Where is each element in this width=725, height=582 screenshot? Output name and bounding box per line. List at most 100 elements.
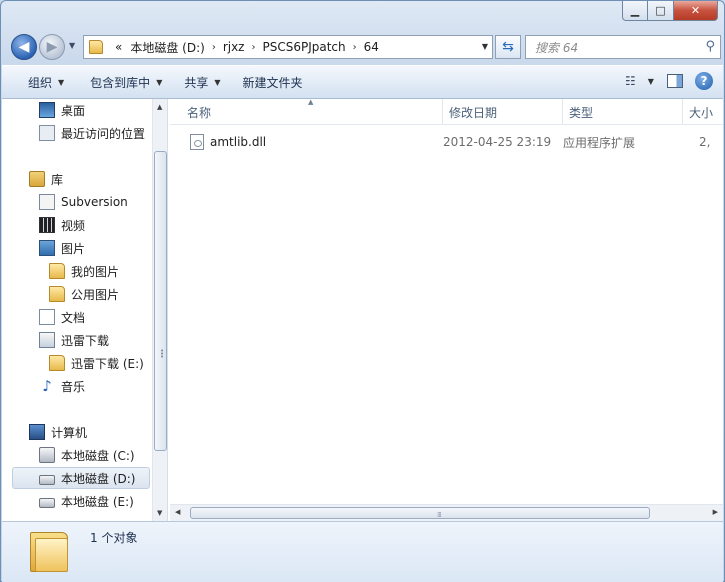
preview-pane-icon[interactable] xyxy=(667,74,683,88)
share-label: 共享 xyxy=(184,75,209,90)
column-header-label: 大小 xyxy=(689,105,714,120)
change-view-button[interactable]: ☷ ▼ xyxy=(625,74,655,88)
column-header-label: 名称 xyxy=(187,105,212,120)
help-icon[interactable]: ? xyxy=(695,72,713,90)
sidebar-item-label: 我的图片 xyxy=(71,264,120,279)
breadcrumb-separator-icon[interactable]: › xyxy=(350,42,360,53)
navigation-pane: 桌面 最近访问的位置 库 Subversion 视频 图片 我的图片 公用图片 … xyxy=(2,99,168,521)
breadcrumb-item-64[interactable]: 64 xyxy=(360,40,383,54)
explorer-window: ▁ □ ✕ ◀ ▶ ▼ « 本地磁盘 (D:) › rjxz › PSCS6PJ… xyxy=(0,0,725,582)
sort-ascending-icon: ▲ xyxy=(308,98,314,106)
navigation-bar: ◀ ▶ ▼ « 本地磁盘 (D:) › rjxz › PSCS6PJpatch … xyxy=(9,31,721,63)
address-bar[interactable]: « 本地磁盘 (D:) › rjxz › PSCS6PJpatch › 64 ▼ xyxy=(83,35,493,59)
chevron-down-icon: ▼ xyxy=(647,76,654,86)
scrollbar-grip-icon: • • • xyxy=(160,347,165,361)
sidebar-item-drive-c[interactable]: 本地磁盘 (C:) xyxy=(39,444,135,466)
music-icon: ♪ xyxy=(42,377,52,395)
scrollbar-thumb[interactable]: ⁞⁞⁞ xyxy=(190,507,650,519)
view-controls: ☷ ▼ ? xyxy=(625,72,713,90)
maximize-button[interactable]: □ xyxy=(648,1,674,21)
recent-pages-dropdown[interactable]: ▼ xyxy=(69,41,75,50)
address-dropdown-icon[interactable]: ▼ xyxy=(482,42,488,51)
breadcrumb-item-rjxz[interactable]: rjxz xyxy=(219,40,249,54)
column-header-modified[interactable]: 修改日期 xyxy=(443,99,563,125)
horizontal-scrollbar[interactable]: ◀ ⁞⁞⁞ ▶ xyxy=(170,504,723,521)
scroll-up-icon[interactable]: ▲ xyxy=(157,103,162,111)
sidebar-item-thunder-download-e[interactable]: 迅雷下载 (E:) xyxy=(49,352,144,374)
scroll-down-icon[interactable]: ▼ xyxy=(157,509,162,517)
sidebar-item-thunder-download[interactable]: 迅雷下载 xyxy=(39,329,109,351)
drive-icon xyxy=(39,474,55,485)
refresh-icon: ⇆ xyxy=(502,39,514,55)
include-in-library-menu[interactable]: 包含到库中 ▼ xyxy=(80,74,172,91)
sidebar-item-label: 计算机 xyxy=(51,425,88,440)
sidebar-item-label: 最近访问的位置 xyxy=(61,126,146,141)
sidebar-item-subversion[interactable]: Subversion xyxy=(39,191,128,213)
pictures-icon xyxy=(39,240,55,256)
scrollbar-thumb[interactable]: • • • xyxy=(154,151,167,451)
new-folder-button[interactable]: 新建文件夹 xyxy=(233,74,313,91)
sidebar-item-label: 桌面 xyxy=(61,103,86,118)
sidebar-item-label: 本地磁盘 (C:) xyxy=(61,448,135,463)
breadcrumb-separator-icon[interactable]: › xyxy=(248,42,258,53)
sidebar-item-desktop[interactable]: 桌面 xyxy=(39,99,85,121)
search-box[interactable]: 搜索 64 ⚲ xyxy=(525,35,721,59)
minimize-button[interactable]: ▁ xyxy=(622,1,648,21)
sidebar-item-recent-places[interactable]: 最近访问的位置 xyxy=(39,122,145,144)
scrollbar-grip-icon: ⁞⁞⁞ xyxy=(437,511,442,519)
breadcrumb-item-pscs6pjpatch[interactable]: PSCS6PJpatch xyxy=(258,40,349,54)
sidebar-item-label: 文档 xyxy=(61,310,86,325)
share-menu[interactable]: 共享 ▼ xyxy=(174,74,230,91)
libraries-icon xyxy=(29,171,45,187)
sidebar-item-libraries[interactable]: 库 xyxy=(29,168,63,190)
column-header-type[interactable]: 类型 xyxy=(563,99,683,125)
chevron-down-icon: ▼ xyxy=(156,77,163,87)
table-row[interactable]: amtlib.dll 2012-04-25 23:19 应用程序扩展 2, xyxy=(170,132,723,152)
sidebar-item-label: 图片 xyxy=(61,241,86,256)
sidebar-item-label: 本地磁盘 (E:) xyxy=(61,494,134,509)
download-icon xyxy=(39,332,55,348)
scroll-right-icon[interactable]: ▶ xyxy=(713,508,718,516)
item-count: 1 个对象 xyxy=(90,531,138,545)
sidebar-item-label: 本地磁盘 (D:) xyxy=(61,471,136,486)
system-drive-icon xyxy=(39,447,55,463)
breadcrumb-overflow[interactable]: « xyxy=(111,40,126,54)
sidebar-item-label: 库 xyxy=(51,172,64,187)
close-button[interactable]: ✕ xyxy=(674,1,718,21)
sidebar-item-label: 迅雷下载 xyxy=(61,333,110,348)
back-arrow-icon: ◀ xyxy=(18,39,30,55)
sidebar-item-music[interactable]: ♪ 音乐 xyxy=(39,375,85,397)
sidebar-item-drive-d[interactable]: 本地磁盘 (D:) xyxy=(12,467,150,489)
sidebar-item-pictures[interactable]: 图片 xyxy=(39,237,85,259)
scroll-left-icon[interactable]: ◀ xyxy=(175,508,180,516)
sidebar-item-label: 迅雷下载 (E:) xyxy=(71,356,144,371)
sidebar-item-drive-e[interactable]: 本地磁盘 (E:) xyxy=(39,490,134,512)
sidebar-item-label: 音乐 xyxy=(61,379,86,394)
folder-icon xyxy=(89,40,103,54)
column-header-size[interactable]: 大小 xyxy=(683,99,723,125)
subversion-icon xyxy=(39,194,55,210)
back-button[interactable]: ◀ xyxy=(11,34,37,60)
sidebar-item-label: 视频 xyxy=(61,218,86,233)
chevron-down-icon: ▼ xyxy=(214,77,221,87)
details-view-icon: ☷ xyxy=(625,74,636,88)
drive-icon xyxy=(39,497,55,508)
refresh-button[interactable]: ⇆ xyxy=(495,35,521,59)
sidebar-item-videos[interactable]: 视频 xyxy=(39,214,85,236)
file-list: ▲ 名称 修改日期 类型 大小 amtlib.dll 2012-04-25 23… xyxy=(170,98,723,521)
forward-button[interactable]: ▶ xyxy=(39,34,65,60)
file-modified: 2012-04-25 23:19 xyxy=(443,135,552,149)
search-input[interactable]: 搜索 64 xyxy=(535,39,578,56)
column-header-name[interactable]: ▲ 名称 xyxy=(170,98,443,125)
search-icon[interactable]: ⚲ xyxy=(705,39,715,54)
breadcrumb-item-d-drive[interactable]: 本地磁盘 (D:) xyxy=(126,39,208,56)
sidebar-item-my-pictures[interactable]: 我的图片 xyxy=(49,260,119,282)
breadcrumb-separator-icon[interactable]: › xyxy=(209,42,219,53)
navigation-pane-scrollbar[interactable]: ▲ • • • ▼ xyxy=(152,99,167,521)
sidebar-item-documents[interactable]: 文档 xyxy=(39,306,85,328)
breadcrumb: « 本地磁盘 (D:) › rjxz › PSCS6PJpatch › 64 xyxy=(111,39,383,56)
organize-menu[interactable]: 组织 ▼ xyxy=(18,74,74,91)
sidebar-item-public-pictures[interactable]: 公用图片 xyxy=(49,283,119,305)
documents-icon xyxy=(39,309,55,325)
sidebar-item-computer[interactable]: 计算机 xyxy=(29,421,87,443)
